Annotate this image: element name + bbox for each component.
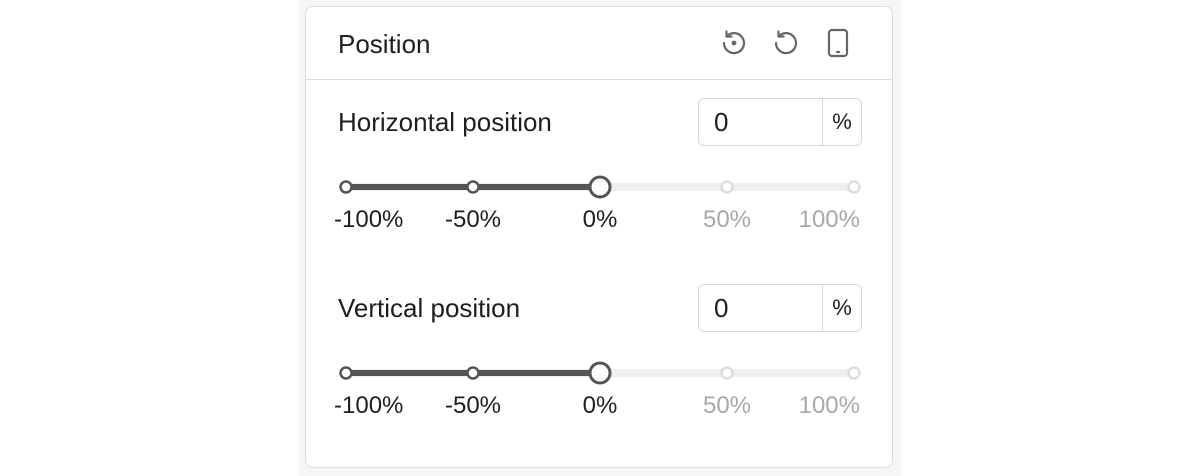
slider-tick-mark[interactable] xyxy=(466,366,480,380)
horizontal-position-field[interactable]: % xyxy=(698,98,862,146)
device-mobile-icon[interactable] xyxy=(822,27,854,59)
slider-tick-mark[interactable] xyxy=(466,180,480,194)
slider-tick-mark[interactable] xyxy=(720,180,734,194)
horizontal-unit-selector[interactable]: % xyxy=(822,99,861,145)
slider-tick-label: -100% xyxy=(334,392,404,419)
slider-tick-label: 0% xyxy=(582,206,618,233)
slider-tick-label: 50% xyxy=(702,392,752,419)
slider-tick-label: -100% xyxy=(334,206,404,233)
slider-tick-label: -50% xyxy=(444,392,502,419)
slider-tick-mark[interactable] xyxy=(339,180,353,194)
slider-tick-label: -50% xyxy=(444,206,502,233)
panel-title: Position xyxy=(338,29,431,59)
slider-graphic xyxy=(339,361,861,385)
slider-thumb[interactable] xyxy=(588,361,612,385)
slider-tick-mark[interactable] xyxy=(339,366,353,380)
slider-graphic xyxy=(339,175,861,199)
position-panel: Position Horizontal position % xyxy=(305,6,893,468)
global-reset-icon[interactable] xyxy=(718,27,750,59)
slider-tick-label: 0% xyxy=(582,392,618,419)
slider-tick-mark[interactable] xyxy=(720,366,734,380)
slider-tick-mark[interactable] xyxy=(847,180,861,194)
vertical-position-label: Vertical position xyxy=(338,293,521,323)
horizontal-position-label: Horizontal position xyxy=(338,107,552,137)
horizontal-position-input[interactable] xyxy=(699,99,822,145)
slider-tick-mark[interactable] xyxy=(847,366,861,380)
vertical-position-slider[interactable] xyxy=(339,361,861,385)
horizontal-position-slider[interactable] xyxy=(339,175,861,199)
slider-thumb[interactable] xyxy=(588,175,612,199)
vertical-unit-selector[interactable]: % xyxy=(822,285,861,331)
panel-header: Position xyxy=(306,7,892,80)
slider-tick-label: 50% xyxy=(702,206,752,233)
slider-tick-label: 100% xyxy=(798,206,860,233)
slider-tick-label: 100% xyxy=(798,392,860,419)
vertical-position-field[interactable]: % xyxy=(698,284,862,332)
vertical-position-input[interactable] xyxy=(699,285,822,331)
reset-icon[interactable] xyxy=(770,27,802,59)
